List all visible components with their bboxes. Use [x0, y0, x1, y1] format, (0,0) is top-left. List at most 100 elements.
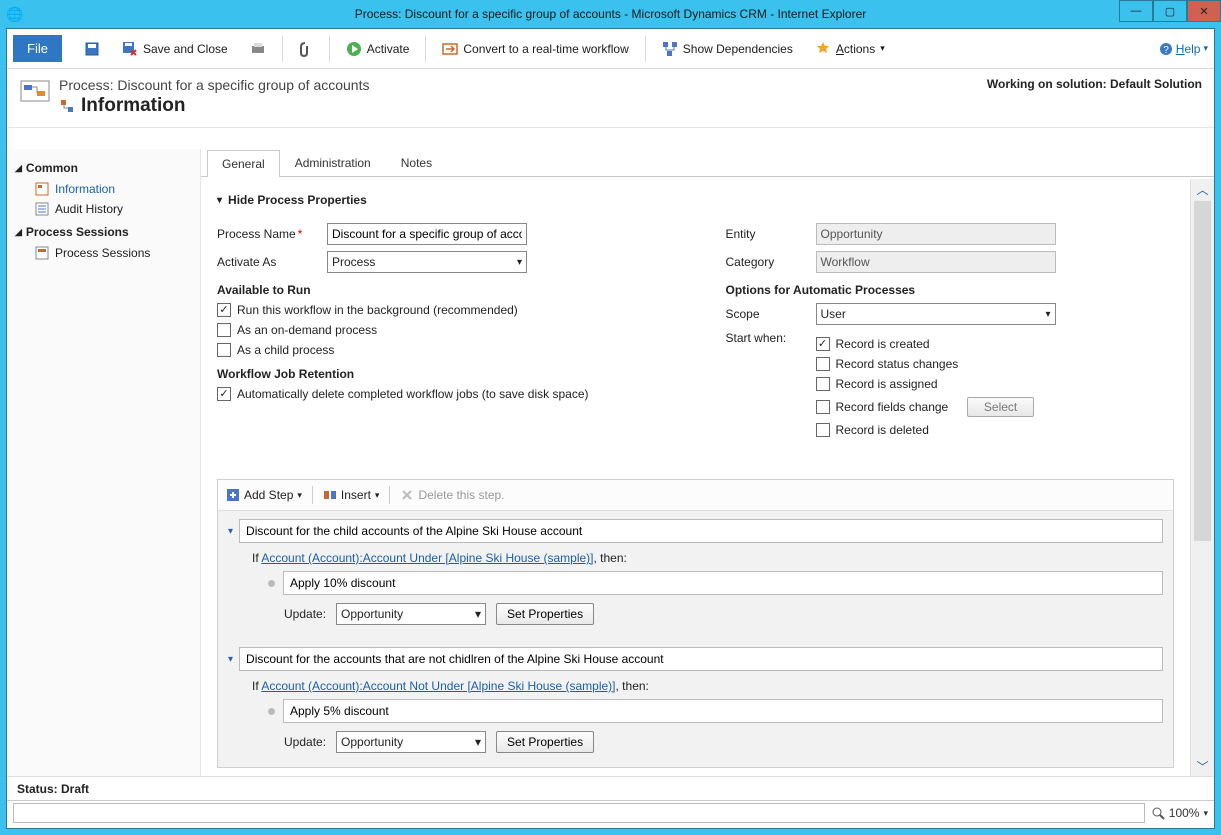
stage-name-input-2[interactable]	[239, 647, 1163, 671]
convert-button[interactable]: Convert to a real-time workflow	[436, 37, 634, 61]
nav-item-information[interactable]: Information	[15, 179, 192, 199]
scroll-thumb[interactable]	[1194, 201, 1211, 541]
stage-toggle-icon[interactable]: ▾	[228, 526, 233, 537]
tab-general[interactable]: General	[207, 150, 280, 177]
auto-processes-label: Options for Automatic Processes	[726, 283, 1175, 297]
save-close-label: Save and Close	[143, 42, 228, 56]
action-marker-icon	[268, 708, 275, 715]
save-button[interactable]	[78, 37, 106, 61]
actions-label: Actions	[836, 42, 875, 56]
convert-label: Convert to a real-time workflow	[463, 42, 628, 56]
add-step-icon	[226, 488, 240, 502]
client-area: File Save and Close Activate Convert to …	[6, 28, 1215, 829]
input-process-name[interactable]	[327, 223, 527, 245]
checkbox-auto-delete[interactable]: Automatically delete completed workflow …	[217, 387, 666, 401]
label-start-when: Start when:	[726, 331, 816, 345]
help-link[interactable]: ? Help ▾	[1159, 42, 1208, 56]
window-titlebar: 🌐 Process: Discount for a specific group…	[0, 0, 1221, 28]
label-scope: Scope	[726, 307, 816, 321]
workflow-stage-2: ▾ If Account (Account):Account Not Under…	[218, 639, 1173, 767]
checkbox-record-assigned[interactable]: Record is assigned	[816, 377, 1035, 391]
select-activate-as[interactable]: Process▾	[327, 251, 527, 273]
select-fields-button[interactable]: Select	[967, 397, 1034, 417]
tab-notes[interactable]: Notes	[386, 149, 447, 176]
process-icon	[19, 77, 51, 109]
set-properties-button-1[interactable]: Set Properties	[496, 603, 594, 625]
separator	[645, 36, 646, 62]
checkbox-icon	[816, 357, 830, 371]
action-name-input-2[interactable]	[283, 699, 1163, 723]
checkbox-icon	[217, 343, 231, 357]
retention-label: Workflow Job Retention	[217, 367, 666, 381]
checkbox-record-created[interactable]: Record is created	[816, 337, 1035, 351]
checkbox-status-changes[interactable]: Record status changes	[816, 357, 1035, 371]
stage-toggle-icon[interactable]: ▾	[228, 654, 233, 665]
maximize-button[interactable]: ▢	[1153, 0, 1187, 22]
checkbox-on-demand[interactable]: As an on-demand process	[217, 323, 666, 337]
status-value: Draft	[61, 782, 89, 796]
tab-administration[interactable]: Administration	[280, 149, 386, 176]
action-name-input-1[interactable]	[283, 571, 1163, 595]
print-button[interactable]	[244, 37, 272, 61]
workflow-stage-1: ▾ If Account (Account):Account Under [Al…	[218, 511, 1173, 639]
nav-item-process-sessions[interactable]: Process Sessions	[15, 243, 192, 263]
list-icon	[35, 202, 49, 216]
separator	[425, 36, 426, 62]
delete-step-button[interactable]: Delete this step.	[400, 488, 504, 502]
main-content: General Administration Notes ︿ ﹀ ▾ Hide …	[201, 149, 1214, 776]
stage-name-input-1[interactable]	[239, 519, 1163, 543]
condition-link-2[interactable]: Account (Account):Account Not Under [Alp…	[261, 679, 615, 693]
svg-text:?: ?	[1163, 45, 1169, 56]
checkbox-record-deleted[interactable]: Record is deleted	[816, 423, 1035, 437]
attach-button[interactable]	[293, 37, 319, 61]
scrollbar[interactable]: ︿ ﹀	[1190, 179, 1214, 776]
insert-icon	[323, 488, 337, 502]
scroll-up-icon[interactable]: ︿	[1191, 179, 1214, 199]
convert-icon	[442, 41, 458, 57]
action-marker-icon	[268, 580, 275, 587]
delete-icon	[400, 488, 414, 502]
label-process-name: Process Name*	[217, 227, 327, 241]
designer-toolbar: Add Step▾ Insert▾ Delete this step.	[218, 480, 1173, 511]
zoom-control[interactable]: 100% ▾	[1151, 806, 1208, 820]
window-title: Process: Discount for a specific group o…	[0, 7, 1221, 21]
workflow-designer: Add Step▾ Insert▾ Delete this step.	[217, 479, 1174, 768]
condition-link-1[interactable]: Account (Account):Account Under [Alpine …	[261, 551, 593, 565]
page-header: Process: Discount for a specific group o…	[7, 69, 1214, 128]
close-button[interactable]: ✕	[1187, 0, 1221, 22]
add-step-button[interactable]: Add Step▾	[226, 488, 302, 502]
activate-button[interactable]: Activate	[340, 37, 416, 61]
address-bar[interactable]	[13, 803, 1145, 823]
form-icon	[35, 182, 49, 196]
separator	[329, 36, 330, 62]
condition-2[interactable]: If Account (Account):Account Not Under […	[252, 679, 1163, 693]
activate-label: Activate	[367, 42, 410, 56]
dependencies-button[interactable]: Show Dependencies	[656, 37, 799, 61]
tabs: General Administration Notes	[201, 149, 1214, 177]
checkbox-run-background[interactable]: Run this workflow in the background (rec…	[217, 303, 666, 317]
set-properties-button-2[interactable]: Set Properties	[496, 731, 594, 753]
nav-section-sessions[interactable]: ◢Process Sessions	[15, 225, 192, 239]
update-label: Update:	[284, 607, 326, 621]
save-icon	[84, 41, 100, 57]
available-to-run-label: Available to Run	[217, 283, 666, 297]
actions-menu[interactable]: Actions ▾	[809, 37, 891, 61]
update-select-2[interactable]: Opportunity▾	[336, 731, 486, 753]
select-scope[interactable]: User▾	[816, 303, 1056, 325]
save-and-close-button[interactable]: Save and Close	[116, 37, 234, 61]
nav-item-audit-history[interactable]: Audit History	[15, 199, 192, 219]
condition-1[interactable]: If Account (Account):Account Under [Alpi…	[252, 551, 1163, 565]
checkbox-fields-change[interactable]: Record fields change Select	[816, 397, 1035, 417]
file-tab[interactable]: File	[13, 35, 62, 62]
checkbox-child-process[interactable]: As a child process	[217, 343, 666, 357]
help-label: Help	[1176, 42, 1201, 56]
section-toggle[interactable]: ▾ Hide Process Properties	[217, 193, 1174, 207]
checkbox-icon	[816, 400, 830, 414]
field-category: Workflow	[816, 251, 1056, 273]
sessions-icon	[35, 246, 49, 260]
scroll-down-icon[interactable]: ﹀	[1191, 756, 1214, 776]
minimize-button[interactable]: —	[1119, 0, 1153, 22]
insert-button[interactable]: Insert▾	[323, 488, 380, 502]
update-select-1[interactable]: Opportunity▾	[336, 603, 486, 625]
nav-section-common[interactable]: ◢Common	[15, 161, 192, 175]
